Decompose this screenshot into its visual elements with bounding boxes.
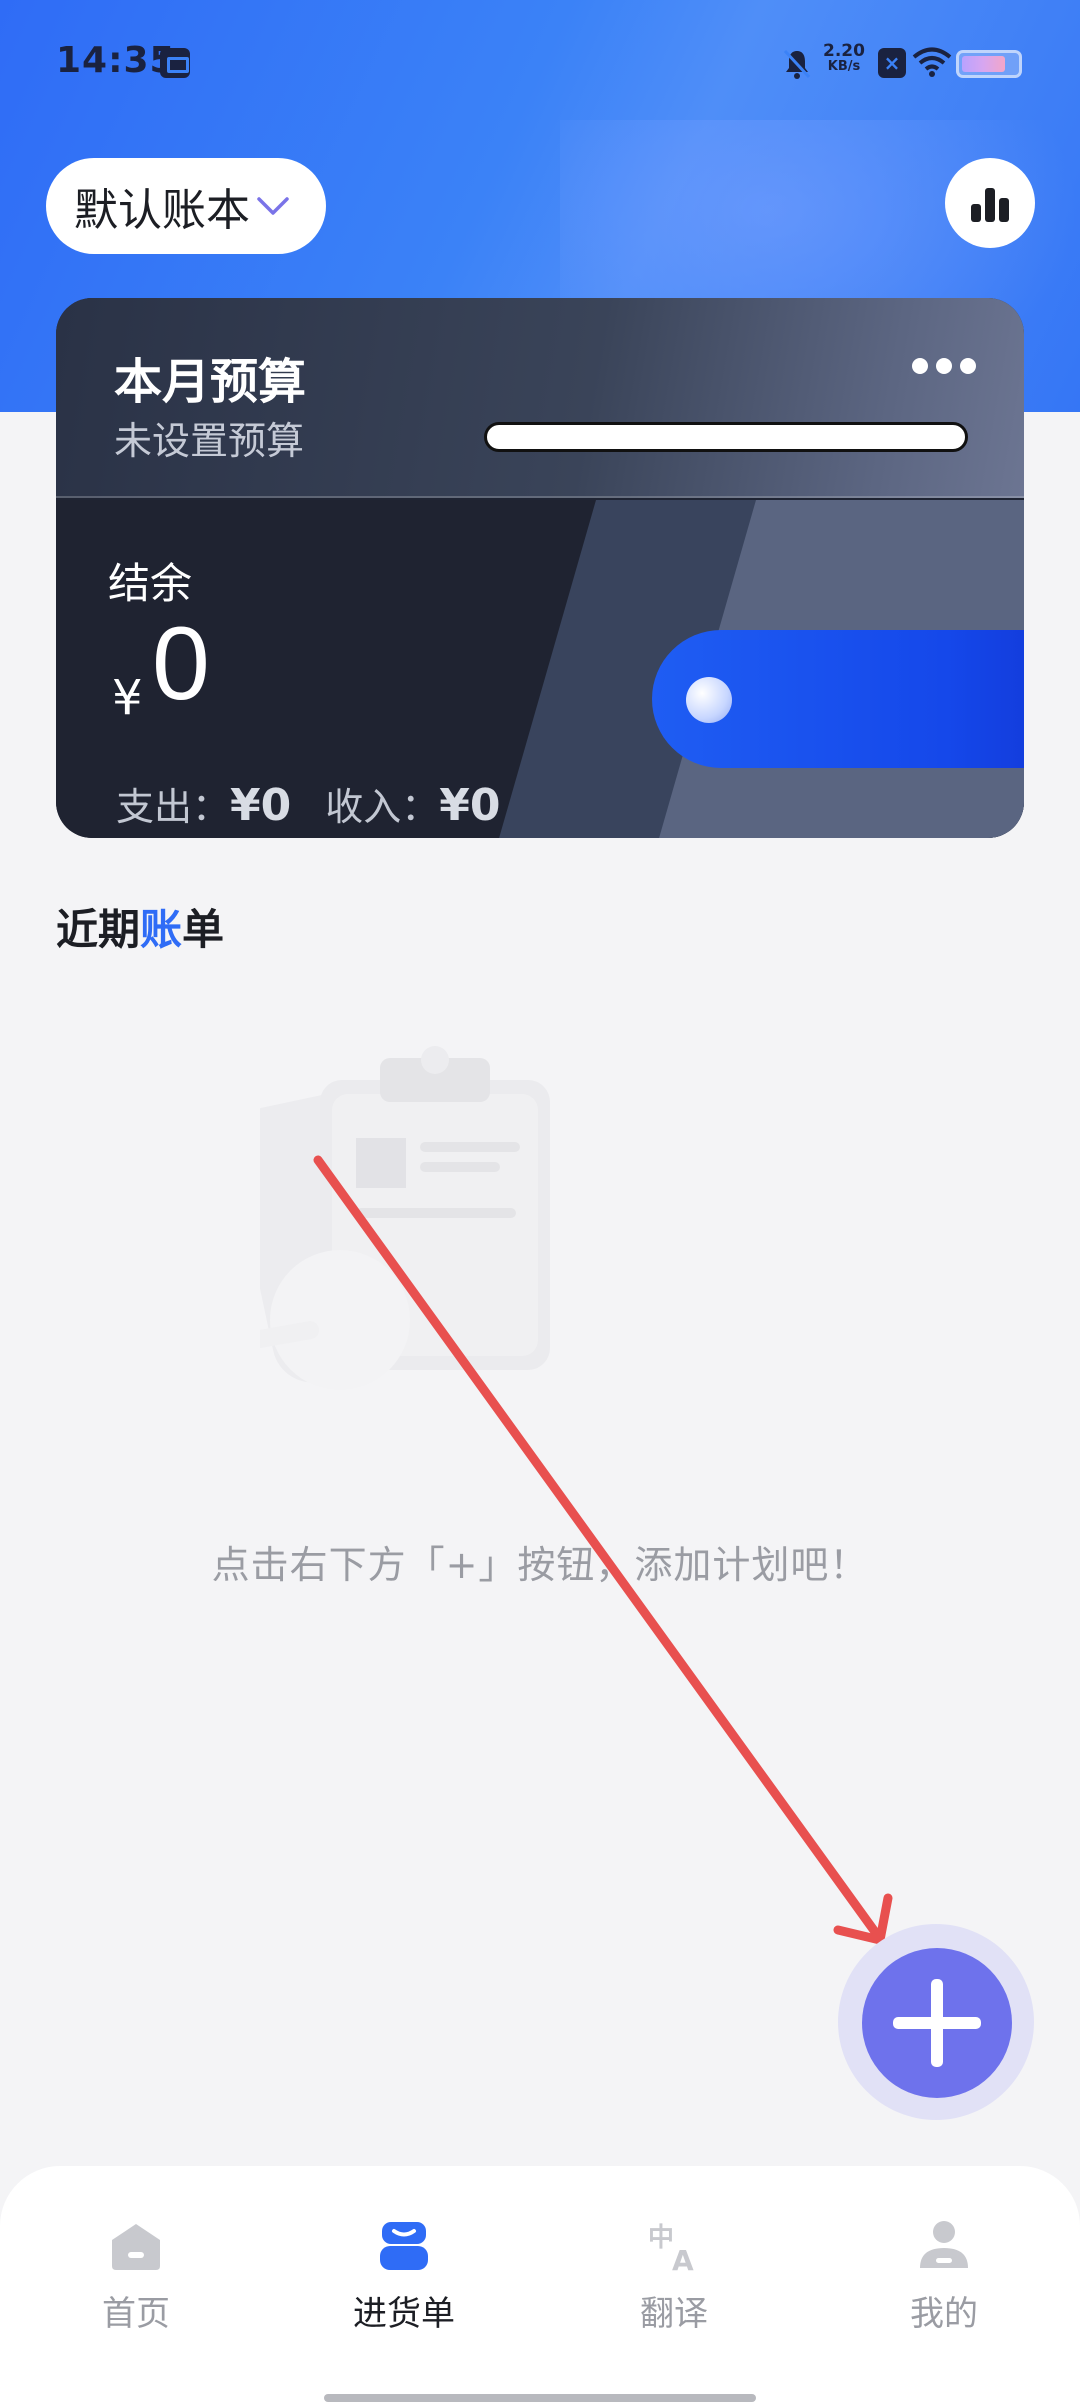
network-speed: 2.20 KB/s [822, 42, 866, 74]
income-label: 收入： [325, 785, 440, 829]
budget-section[interactable]: 本月预算 未设置预算 [56, 298, 1024, 498]
budget-subtitle: 未设置预算 [114, 419, 305, 463]
mute-icon [783, 49, 811, 79]
nav-item-purchase-order[interactable]: 进货单 [304, 2218, 504, 2338]
network-speed-unit: KB/s [827, 59, 861, 74]
title-part: 近期 [56, 905, 141, 954]
nav-label: 首页 [102, 2294, 170, 2334]
add-button[interactable] [862, 1948, 1012, 2098]
expense-value: ¥0 [230, 780, 292, 831]
title-accent: 账 [140, 905, 183, 954]
budget-progress-bar [484, 422, 968, 452]
empty-hint: 点击右下方「+」按钮，添加计划吧！ [211, 1543, 869, 1587]
status-bar: 14:35 2.20 KB/s × [0, 0, 1080, 120]
income-value: ¥0 [439, 780, 501, 831]
profile-icon [920, 2221, 968, 2268]
battery-icon [956, 50, 1022, 78]
balance-section: 结余 ¥ 0 支出：¥0 收入：¥0 [56, 500, 1024, 838]
ledger-name: 默认账本 [74, 185, 250, 236]
nav-label: 我的 [910, 2294, 978, 2334]
bottom-navigation: 首页 进货单 中 A 翻译 我的 [0, 2166, 1080, 2408]
network-speed-value: 2.20 [823, 41, 865, 61]
wifi-icon [912, 47, 952, 77]
balance-label: 结余 [108, 559, 193, 608]
status-time: 14:35 [56, 40, 176, 81]
nav-label: 翻译 [640, 2294, 708, 2334]
purchase-order-icon [380, 2222, 428, 2270]
chevron-down-icon [257, 197, 289, 215]
budget-title: 本月预算 [114, 354, 307, 410]
title-part: 单 [182, 905, 225, 954]
empty-clipboard-icon [260, 1046, 550, 1390]
toggle-knob [686, 677, 732, 723]
currency-symbol: ¥ [112, 670, 143, 726]
nav-label: 进货单 [353, 2294, 455, 2334]
app-notification-icon [160, 48, 190, 78]
recent-bills-title: 近期账单 [56, 896, 224, 957]
expense-income-summary: 支出：¥0 收入：¥0 [116, 776, 535, 831]
home-icon [112, 2224, 160, 2270]
svg-text:中: 中 [648, 2223, 674, 2253]
nav-item-translate[interactable]: 中 A 翻译 [574, 2218, 774, 2338]
statistics-button[interactable] [945, 158, 1035, 248]
bar-chart-icon [971, 188, 1009, 222]
nav-item-home[interactable]: 首页 [36, 2218, 236, 2338]
more-dots-icon[interactable] [912, 358, 976, 378]
home-indicator[interactable] [324, 2394, 756, 2402]
budget-card: 本月预算 未设置预算 结余 ¥ 0 支出：¥0 收入：¥0 [56, 298, 1024, 838]
visibility-toggle[interactable] [652, 630, 1024, 768]
battery-level [962, 56, 1006, 72]
expense-label: 支出： [116, 785, 231, 829]
ledger-selector[interactable]: 默认账本 [46, 158, 326, 254]
svg-text:A: A [672, 2244, 694, 2274]
nav-item-profile[interactable]: 我的 [844, 2218, 1044, 2338]
balance-value: 0 [152, 606, 210, 722]
translate-icon: 中 A [648, 2223, 694, 2274]
x-app-icon: × [878, 48, 906, 78]
